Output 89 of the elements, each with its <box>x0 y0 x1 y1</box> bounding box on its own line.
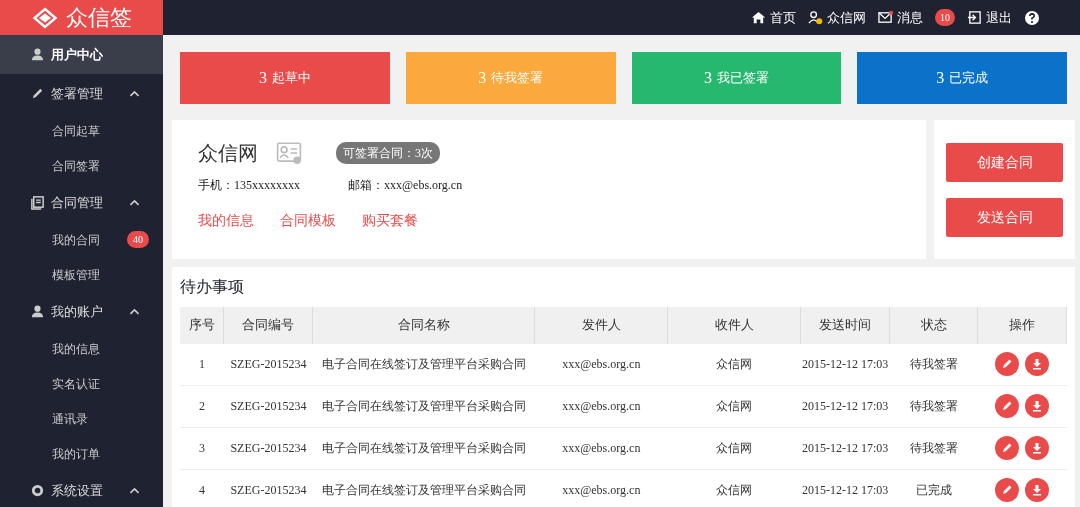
table-cell: 电子合同在线签订及管理平台采购合同 <box>312 385 535 427</box>
table-cell: 已完成 <box>889 469 978 507</box>
column-header: 发送时间 <box>800 307 890 343</box>
section-title: 待办事项 <box>180 277 245 297</box>
table-cell: xxx@ebs.org.cn <box>534 343 668 385</box>
table-cell: 2015-12-12 17:03 <box>800 385 890 427</box>
edit-button[interactable] <box>995 393 1019 418</box>
gear-icon <box>30 483 45 498</box>
email-text: 邮箱：xxx@ebs.org.cn <box>348 177 463 194</box>
sidebar-subitem[interactable]: 模板管理 <box>0 257 163 292</box>
company-name: 众信网 <box>198 141 258 166</box>
table-cell: 4 <box>180 469 224 507</box>
brand-name: 众信签 <box>65 4 132 32</box>
table-cell: 3 <box>180 427 224 469</box>
sidebar-subitem[interactable]: 我的信息 <box>0 331 163 366</box>
profile-link[interactable]: 合同模板 <box>280 210 336 231</box>
sidebar-subitem[interactable]: 合同签署 <box>0 148 163 183</box>
download-button[interactable] <box>1025 393 1049 418</box>
mail-icon <box>878 10 893 25</box>
table-cell: SZEG-2015234 <box>223 427 313 469</box>
column-header: 收件人 <box>667 307 801 343</box>
nav-link-item[interactable]: 消息 <box>878 7 923 28</box>
person-icon <box>30 47 45 62</box>
help-button[interactable] <box>1024 9 1040 26</box>
table-cell: 众信网 <box>667 385 801 427</box>
table-cell: 2015-12-12 17:03 <box>800 343 890 385</box>
help-icon <box>1024 9 1040 26</box>
table-cell: SZEG-2015234 <box>223 469 313 507</box>
action-button[interactable]: 创建合同 <box>946 142 1063 182</box>
sidebar-subitem[interactable]: 通讯录 <box>0 401 163 436</box>
quota-badge: 可签署合同：3次 <box>336 142 440 164</box>
table-cell: xxx@ebs.org.cn <box>534 427 668 469</box>
count-badge: 10 <box>935 9 955 26</box>
status-card[interactable]: 3 起草中 <box>180 52 390 104</box>
column-header: 状态 <box>889 307 978 343</box>
nav-link-item[interactable]: 首页 <box>751 7 796 28</box>
sidebar-subitem[interactable]: 我的订单 <box>0 436 163 471</box>
column-header: 序号 <box>180 307 224 343</box>
table-cell: 1 <box>180 343 224 385</box>
edit-button[interactable] <box>995 351 1019 376</box>
table-cell: 众信网 <box>667 469 801 507</box>
column-header: 发件人 <box>534 307 668 343</box>
table-cell: 电子合同在线签订及管理平台采购合同 <box>312 427 535 469</box>
sidebar-subitem[interactable]: 实名认证 <box>0 366 163 401</box>
action-button[interactable]: 发送合同 <box>946 197 1063 237</box>
table-cell: 2 <box>180 385 224 427</box>
table-cell: 众信网 <box>667 427 801 469</box>
table-cell: SZEG-2015234 <box>223 343 313 385</box>
sidebar-item[interactable]: 签署管理 <box>0 74 163 113</box>
status-card[interactable]: 3 已完成 <box>857 52 1067 104</box>
column-header: 操作 <box>977 307 1067 343</box>
phone-text: 手机：135xxxxxxxx <box>198 177 300 194</box>
edit-button[interactable] <box>995 477 1019 502</box>
profile-link[interactable]: 购买套餐 <box>362 210 418 231</box>
download-button[interactable] <box>1025 351 1049 376</box>
edit-button[interactable] <box>995 435 1019 460</box>
pencil-icon <box>30 86 45 101</box>
nav-link-item[interactable]: 众信网 <box>808 7 866 28</box>
download-button[interactable] <box>1025 435 1049 460</box>
logo-icon <box>31 5 58 30</box>
sidebar-subitem[interactable]: 合同起草 <box>0 113 163 148</box>
table-cell: 2015-12-12 17:03 <box>800 427 890 469</box>
logout-icon <box>967 10 982 25</box>
column-header: 合同名称 <box>312 307 535 343</box>
table-cell: 待我签署 <box>889 427 978 469</box>
sidebar-subitem[interactable]: 我的合同 40 <box>0 222 163 257</box>
sidebar-item[interactable]: 用户中心 <box>0 35 163 74</box>
sidebar-item[interactable]: 我的账户 <box>0 292 163 331</box>
download-button[interactable] <box>1025 477 1049 502</box>
sidebar-item[interactable]: 系统设置 <box>0 471 163 507</box>
table-cell: xxx@ebs.org.cn <box>534 469 668 507</box>
home-icon <box>751 10 766 25</box>
nav-link-item[interactable]: 退出 <box>967 7 1012 28</box>
document-icon <box>30 195 45 210</box>
table-cell: 众信网 <box>667 343 801 385</box>
table-cell: 待我签署 <box>889 385 978 427</box>
table-cell: 电子合同在线签订及管理平台采购合同 <box>312 469 535 507</box>
profile-link[interactable]: 我的信息 <box>198 210 254 231</box>
table-cell: 2015-12-12 17:03 <box>800 469 890 507</box>
column-header: 合同编号 <box>223 307 313 343</box>
table-cell: SZEG-2015234 <box>223 385 313 427</box>
table-cell: 电子合同在线签订及管理平台采购合同 <box>312 343 535 385</box>
id-card-icon <box>274 140 304 166</box>
person-icon <box>30 304 45 319</box>
sidebar-item[interactable]: 合同管理 <box>0 183 163 222</box>
count-badge: 40 <box>127 231 149 248</box>
table-cell: xxx@ebs.org.cn <box>534 385 668 427</box>
user-icon <box>808 10 823 25</box>
table-cell: 待我签署 <box>889 343 978 385</box>
